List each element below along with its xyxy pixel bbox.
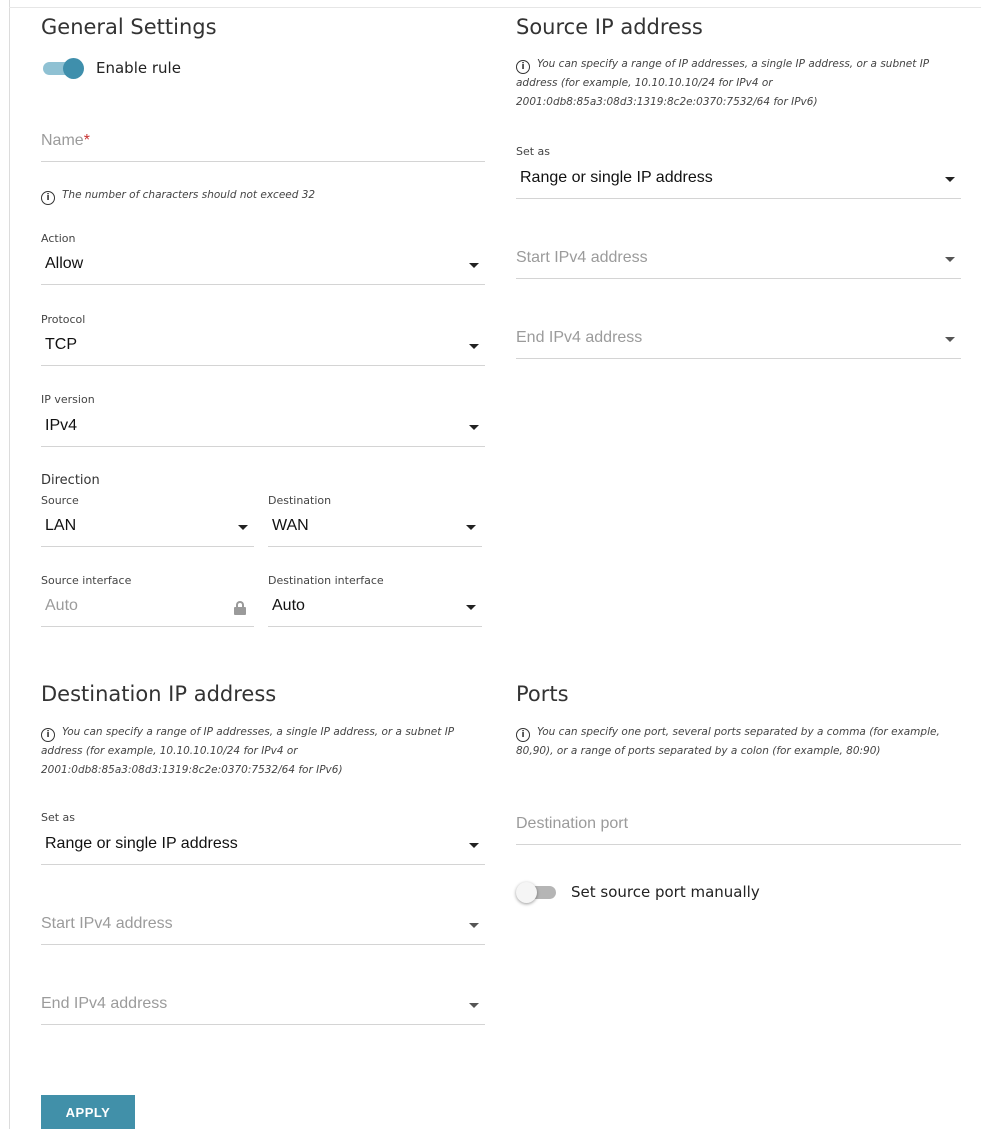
ip-version-value: IPv4 bbox=[45, 417, 78, 434]
info-icon: i bbox=[516, 728, 530, 742]
source-port-manual-label: Set source port manually bbox=[571, 883, 760, 901]
destination-ip-set-as-label: Set as bbox=[41, 811, 76, 824]
source-port-manual-toggle[interactable] bbox=[516, 880, 560, 904]
destination-interface-select[interactable]: Auto bbox=[268, 591, 482, 627]
chevron-down-icon bbox=[466, 525, 476, 530]
source-interface-label: Source interface bbox=[41, 574, 132, 587]
destination-port-placeholder: Destination port bbox=[516, 815, 629, 832]
enable-rule-label: Enable rule bbox=[96, 59, 181, 77]
destination-end-ipv4-select[interactable]: End IPv4 address bbox=[41, 989, 485, 1025]
source-start-ipv4-placeholder: Start IPv4 address bbox=[516, 249, 648, 266]
protocol-label: Protocol bbox=[41, 313, 86, 326]
destination-interface-label: Destination interface bbox=[268, 574, 384, 587]
direction-source-label: Source bbox=[41, 494, 79, 507]
direction-source-value: LAN bbox=[45, 517, 77, 534]
chevron-down-icon bbox=[469, 1003, 479, 1008]
source-end-ipv4-placeholder: End IPv4 address bbox=[516, 329, 643, 346]
source-interface-field: Auto bbox=[41, 591, 254, 627]
apply-button[interactable]: APPLY bbox=[41, 1095, 135, 1129]
info-icon: i bbox=[41, 728, 55, 742]
direction-destination-label: Destination bbox=[268, 494, 332, 507]
ip-version-label: IP version bbox=[41, 393, 95, 406]
name-placeholder: Name* bbox=[41, 132, 90, 149]
direction-destination-value: WAN bbox=[272, 517, 309, 534]
name-input[interactable]: Name* bbox=[41, 126, 485, 162]
ip-version-select[interactable]: IPv4 bbox=[41, 411, 485, 447]
source-ip-set-as-select[interactable]: Range or single IP address bbox=[516, 163, 961, 199]
chevron-down-icon bbox=[469, 843, 479, 848]
destination-start-ipv4-placeholder: Start IPv4 address bbox=[41, 915, 173, 932]
page-frame-left-border bbox=[9, 0, 10, 1129]
source-ip-set-as-value: Range or single IP address bbox=[520, 169, 713, 186]
chevron-down-icon bbox=[469, 344, 479, 349]
destination-ip-set-as-value: Range or single IP address bbox=[45, 835, 238, 852]
toggle-knob bbox=[63, 58, 84, 79]
chevron-down-icon bbox=[469, 263, 479, 268]
direction-destination-select[interactable]: WAN bbox=[268, 511, 482, 547]
source-interface-value: Auto bbox=[45, 597, 78, 614]
destination-ip-title: Destination IP address bbox=[41, 682, 277, 706]
required-asterisk: * bbox=[83, 132, 90, 149]
protocol-value: TCP bbox=[45, 336, 77, 353]
page-frame-top-border bbox=[9, 7, 981, 8]
lock-icon bbox=[234, 601, 246, 615]
direction-label: Direction bbox=[41, 473, 100, 488]
action-label: Action bbox=[41, 232, 76, 245]
ports-title: Ports bbox=[516, 682, 569, 706]
source-start-ipv4-select[interactable]: Start IPv4 address bbox=[516, 243, 961, 279]
chevron-down-icon bbox=[466, 605, 476, 610]
destination-ip-set-as-select[interactable]: Range or single IP address bbox=[41, 829, 485, 865]
destination-port-input[interactable]: Destination port bbox=[516, 809, 961, 845]
chevron-down-icon bbox=[238, 525, 248, 530]
source-ip-set-as-label: Set as bbox=[516, 145, 551, 158]
ports-hint: i You can specify one port, several ports… bbox=[516, 726, 940, 757]
chevron-down-icon bbox=[945, 337, 955, 342]
destination-end-ipv4-placeholder: End IPv4 address bbox=[41, 995, 168, 1012]
name-hint: i The number of characters should not exc… bbox=[41, 186, 485, 205]
chevron-down-icon bbox=[945, 177, 955, 182]
destination-start-ipv4-select[interactable]: Start IPv4 address bbox=[41, 909, 485, 945]
info-icon: i bbox=[516, 60, 530, 74]
destination-interface-value: Auto bbox=[272, 597, 305, 614]
enable-rule-toggle[interactable] bbox=[41, 56, 85, 80]
source-ip-hint: i You can specify a range of IP addresses… bbox=[516, 58, 930, 108]
source-ip-title: Source IP address bbox=[516, 15, 703, 39]
chevron-down-icon bbox=[945, 257, 955, 262]
protocol-select[interactable]: TCP bbox=[41, 330, 485, 366]
chevron-down-icon bbox=[469, 425, 479, 430]
chevron-down-icon bbox=[469, 923, 479, 928]
action-value: Allow bbox=[45, 255, 84, 272]
source-end-ipv4-select[interactable]: End IPv4 address bbox=[516, 323, 961, 359]
toggle-knob bbox=[516, 882, 537, 903]
info-icon: i bbox=[41, 191, 55, 205]
action-select[interactable]: Allow bbox=[41, 249, 485, 285]
direction-source-select[interactable]: LAN bbox=[41, 511, 254, 547]
general-settings-title: General Settings bbox=[41, 15, 217, 39]
destination-ip-hint: i You can specify a range of IP addresses… bbox=[41, 726, 455, 776]
